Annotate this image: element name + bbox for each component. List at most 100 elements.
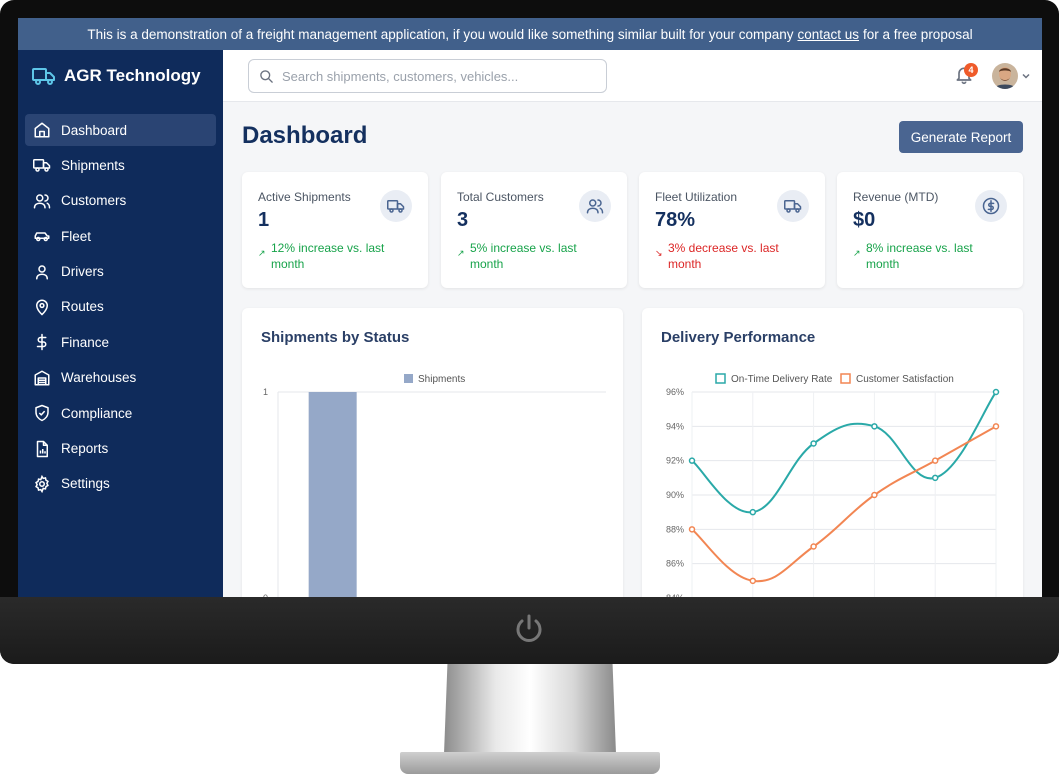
legend-label: Customer Satisfaction xyxy=(856,374,954,385)
contact-us-link[interactable]: contact us xyxy=(797,27,859,42)
stat-trend-text: 8% increase vs. last month xyxy=(866,241,973,271)
y-tick-label: 90% xyxy=(666,490,684,500)
y-tick-label: 86% xyxy=(666,559,684,569)
legend-swatch xyxy=(715,373,726,384)
sidebar-item-customers[interactable]: Customers xyxy=(25,185,216,217)
sidebar-item-label: Reports xyxy=(61,441,109,457)
map-pin-icon xyxy=(35,299,49,316)
banner-text: This is a demonstration of a freight man… xyxy=(87,26,794,42)
sidebar-item-reports[interactable]: Reports xyxy=(25,433,216,465)
legend-swatch xyxy=(404,374,413,383)
car-icon xyxy=(34,232,50,242)
stat-trend-text: 5% increase vs. last month xyxy=(470,241,577,271)
avatar[interactable] xyxy=(992,63,1018,89)
data-point xyxy=(810,543,817,550)
search-input[interactable] xyxy=(282,68,582,84)
chevron-down-icon[interactable] xyxy=(1021,71,1031,81)
sidebar: AGR Technology Dashboard Shipments Custo… xyxy=(18,50,223,597)
truck-icon xyxy=(32,68,55,85)
shipments-by-status-card: Shipments by Status Shipments01 xyxy=(242,308,623,597)
y-tick-label: 88% xyxy=(666,524,684,534)
bar xyxy=(308,392,357,597)
dollar-icon xyxy=(36,334,47,351)
stat-label: Revenue (MTD) xyxy=(853,190,939,204)
stat-card-fleet-utilization: Fleet Utilization 78% ↘ 3% decrease vs. … xyxy=(639,172,825,288)
sidebar-item-dashboard[interactable]: Dashboard xyxy=(25,114,216,146)
sidebar-item-drivers[interactable]: Drivers xyxy=(25,256,216,288)
generate-report-button[interactable]: Generate Report xyxy=(899,121,1023,153)
avatar-image xyxy=(992,63,1018,89)
sidebar-item-label: Fleet xyxy=(61,228,92,244)
screen: This is a demonstration of a freight man… xyxy=(18,18,1042,597)
y-tick-label: 94% xyxy=(666,421,684,431)
sidebar-item-warehouses[interactable]: Warehouses xyxy=(25,362,216,394)
stat-card-total-customers: Total Customers 3 ↗ 5% increase vs. last… xyxy=(441,172,627,288)
demo-banner: This is a demonstration of a freight man… xyxy=(18,18,1042,50)
dollar-circle-icon xyxy=(975,190,1007,222)
brand[interactable]: AGR Technology xyxy=(18,50,223,102)
legend-swatch xyxy=(840,373,851,384)
stat-trend: ↗ 8% increase vs. last month xyxy=(853,240,1003,272)
warehouse-icon xyxy=(34,370,50,386)
data-point xyxy=(688,457,696,464)
trend-up-icon: ↗ xyxy=(853,248,861,258)
y-tick-label: 0 xyxy=(263,593,268,597)
data-point xyxy=(992,388,1000,396)
search-icon xyxy=(260,69,273,83)
sidebar-item-settings[interactable]: Settings xyxy=(25,468,216,500)
sidebar-item-label: Shipments xyxy=(61,157,125,173)
y-tick-label: 96% xyxy=(666,387,684,397)
data-point xyxy=(931,457,939,464)
stat-trend: ↘ 3% decrease vs. last month xyxy=(655,240,805,272)
stat-label: Active Shipments xyxy=(258,190,351,204)
stat-trend: ↗ 5% increase vs. last month xyxy=(457,240,607,272)
y-tick-label: 1 xyxy=(263,387,268,397)
sidebar-item-label: Drivers xyxy=(61,264,104,280)
sidebar-item-label: Customers xyxy=(61,193,127,209)
stat-value: 3 xyxy=(457,209,469,231)
trend-down-icon: ↘ xyxy=(655,248,663,258)
data-point xyxy=(749,508,757,516)
stat-value: 1 xyxy=(258,209,270,231)
data-point xyxy=(871,491,878,499)
sidebar-item-compliance[interactable]: Compliance xyxy=(25,397,216,429)
users-icon xyxy=(33,194,51,209)
stat-label: Fleet Utilization xyxy=(655,190,738,204)
sidebar-item-shipments[interactable]: Shipments xyxy=(25,149,216,181)
page-title: Dashboard xyxy=(242,122,368,149)
truck-icon xyxy=(380,190,412,222)
banner-text-end: for a free proposal xyxy=(863,26,973,42)
legend-label: On-Time Delivery Rate xyxy=(731,374,833,385)
notification-badge: 4 xyxy=(964,63,978,77)
data-point xyxy=(688,526,696,533)
trend-up-icon: ↗ xyxy=(258,248,266,258)
users-icon xyxy=(579,190,611,222)
truck-icon xyxy=(33,159,51,173)
brand-name: AGR Technology xyxy=(64,66,201,85)
data-point xyxy=(931,474,939,482)
stat-value: 78% xyxy=(655,209,696,231)
delivery-line-chart: On-Time Delivery Rate Customer Satisfacti… xyxy=(666,373,1000,597)
sidebar-item-label: Warehouses xyxy=(61,370,137,386)
sidebar-item-routes[interactable]: Routes xyxy=(25,291,216,323)
truck-icon xyxy=(777,190,809,222)
sidebar-item-fleet[interactable]: Fleet xyxy=(25,220,216,252)
stat-value: $0 xyxy=(853,209,876,231)
main-content: Dashboard Generate Report Active Shipmen… xyxy=(223,102,1042,597)
stat-label: Total Customers xyxy=(457,190,544,204)
data-point xyxy=(992,423,1000,430)
sidebar-item-finance[interactable]: Finance xyxy=(25,326,216,358)
power-icon xyxy=(516,614,542,642)
stat-trend: ↗ 12% increase vs. last month xyxy=(258,240,408,272)
search-box[interactable] xyxy=(248,59,607,93)
report-icon xyxy=(36,440,48,457)
delivery-performance-card: Delivery Performance On-Time Delivery Ra… xyxy=(642,308,1023,597)
home-icon xyxy=(34,122,50,138)
sidebar-item-label: Dashboard xyxy=(61,122,128,138)
gear-icon xyxy=(35,474,49,493)
stat-trend-text: 3% decrease vs. last month xyxy=(668,241,779,271)
sidebar-item-label: Routes xyxy=(61,299,104,315)
data-point xyxy=(810,440,817,447)
topbar: 4 xyxy=(223,50,1042,102)
monitor-stand-foot xyxy=(400,752,660,774)
